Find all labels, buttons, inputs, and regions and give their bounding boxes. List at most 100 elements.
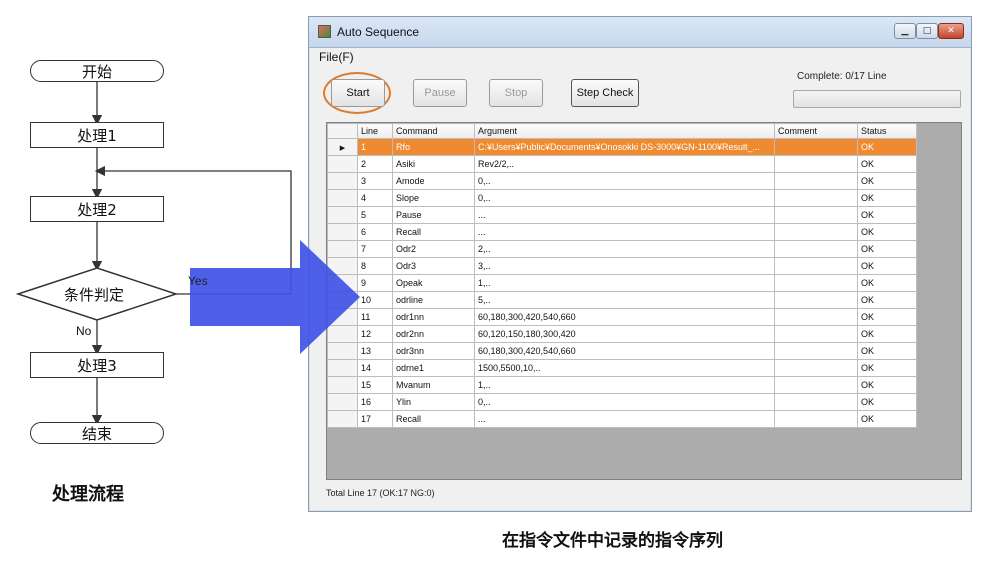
cell-status[interactable]: OK	[857, 240, 917, 258]
row-header[interactable]	[327, 189, 358, 207]
cell-command[interactable]: odr1nn	[392, 308, 475, 326]
cell-status[interactable]: OK	[857, 325, 917, 343]
table-row[interactable]: 4 Slope 0,.. OK	[327, 189, 917, 207]
table-row[interactable]: 11 odr1nn 60,180,300,420,540,660 OK	[327, 308, 917, 326]
title-bar[interactable]: Auto Sequence ▁ □ ✕	[309, 17, 971, 48]
row-header[interactable]	[327, 359, 358, 377]
cell-status[interactable]: OK	[857, 257, 917, 275]
cell-argument[interactable]: 1500,5500,10,..	[474, 359, 775, 377]
cell-status[interactable]: OK	[857, 155, 917, 173]
cell-argument[interactable]: 0,..	[474, 189, 775, 207]
cell-line[interactable]: 2	[357, 155, 393, 173]
cell-argument[interactable]: 3,..	[474, 257, 775, 275]
cell-command[interactable]: Ylin	[392, 393, 475, 411]
cell-command[interactable]: Pause	[392, 206, 475, 224]
cell-argument[interactable]: 60,180,300,420,540,660	[474, 308, 775, 326]
cell-status[interactable]: OK	[857, 291, 917, 309]
cell-status[interactable]: OK	[857, 393, 917, 411]
cell-argument[interactable]: 1,..	[474, 274, 775, 292]
table-row[interactable]: 14 odrne1 1500,5500,10,.. OK	[327, 359, 917, 377]
cell-argument[interactable]: 60,120,150,180,300,420	[474, 325, 775, 343]
cell-comment[interactable]	[774, 291, 858, 309]
row-header[interactable]	[327, 223, 358, 241]
cell-status[interactable]: OK	[857, 189, 917, 207]
cell-comment[interactable]	[774, 223, 858, 241]
cell-line[interactable]: 11	[357, 308, 393, 326]
cell-argument[interactable]: ...	[474, 410, 775, 428]
cell-command[interactable]: Slope	[392, 189, 475, 207]
table-row[interactable]: 2 Asiki Rev2/2,.. OK	[327, 155, 917, 173]
cell-line[interactable]: 17	[357, 410, 393, 428]
cell-argument[interactable]: 2,..	[474, 240, 775, 258]
row-header[interactable]	[327, 393, 358, 411]
menu-file[interactable]: File(F)	[319, 50, 354, 64]
cell-status[interactable]: OK	[857, 172, 917, 190]
cell-argument[interactable]: C:¥Users¥Public¥Documents¥Onosokki DS-30…	[474, 138, 775, 156]
cell-command[interactable]: odrne1	[392, 359, 475, 377]
cell-line[interactable]: 9	[357, 274, 393, 292]
table-row[interactable]: 5 Pause... OK	[327, 206, 917, 224]
cell-command[interactable]: odr2nn	[392, 325, 475, 343]
cell-command[interactable]: Recall	[392, 410, 475, 428]
grid-column-header[interactable]: Line	[357, 123, 393, 139]
table-row[interactable]: 8 Odr3 3,.. OK	[327, 257, 917, 275]
table-row[interactable]: 9 Opeak 1,.. OK	[327, 274, 917, 292]
cell-comment[interactable]	[774, 240, 858, 258]
table-row[interactable]: 15 Mvanum 1,.. OK	[327, 376, 917, 394]
cell-command[interactable]: odr3nn	[392, 342, 475, 360]
cell-command[interactable]: Odr3	[392, 257, 475, 275]
table-row[interactable]: 3 Amode 0,.. OK	[327, 172, 917, 190]
cell-argument[interactable]: ...	[474, 206, 775, 224]
cell-command[interactable]: Amode	[392, 172, 475, 190]
grid-column-header[interactable]: Command	[392, 123, 475, 139]
row-header[interactable]	[327, 376, 358, 394]
pause-button[interactable]: Pause	[413, 79, 467, 107]
minimize-button[interactable]: ▁	[894, 23, 916, 39]
cell-line[interactable]: 16	[357, 393, 393, 411]
table-row[interactable]: 12 odr2nn 60,120,150,180,300,420 OK	[327, 325, 917, 343]
cell-comment[interactable]	[774, 308, 858, 326]
grid-corner-header[interactable]	[327, 123, 358, 139]
table-row[interactable]: ▶ 1 Rfo C:¥Users¥Public¥Documents¥Onosokki …	[327, 138, 917, 156]
table-row[interactable]: 17 Recall... OK	[327, 410, 917, 428]
cell-argument[interactable]: 1,..	[474, 376, 775, 394]
cell-comment[interactable]	[774, 410, 858, 428]
cell-comment[interactable]	[774, 274, 858, 292]
cell-command[interactable]: Opeak	[392, 274, 475, 292]
cell-argument[interactable]: ...	[474, 223, 775, 241]
grid-column-header[interactable]: Status	[857, 123, 917, 139]
cell-comment[interactable]	[774, 359, 858, 377]
cell-line[interactable]: 6	[357, 223, 393, 241]
cell-line[interactable]: 4	[357, 189, 393, 207]
cell-status[interactable]: OK	[857, 342, 917, 360]
start-button[interactable]: Start	[331, 79, 385, 107]
cell-command[interactable]: odrline	[392, 291, 475, 309]
cell-argument[interactable]: 60,180,300,420,540,660	[474, 342, 775, 360]
table-row[interactable]: 16 Ylin 0,.. OK	[327, 393, 917, 411]
step-check-button[interactable]: Step Check	[571, 79, 639, 107]
cell-line[interactable]: 15	[357, 376, 393, 394]
cell-comment[interactable]	[774, 393, 858, 411]
row-header[interactable]	[327, 172, 358, 190]
cell-comment[interactable]	[774, 376, 858, 394]
cell-comment[interactable]	[774, 172, 858, 190]
cell-status[interactable]: OK	[857, 223, 917, 241]
cell-comment[interactable]	[774, 257, 858, 275]
cell-line[interactable]: 7	[357, 240, 393, 258]
cell-status[interactable]: OK	[857, 308, 917, 326]
cell-comment[interactable]	[774, 155, 858, 173]
cell-line[interactable]: 12	[357, 325, 393, 343]
table-row[interactable]: 10 odrline 5,.. OK	[327, 291, 917, 309]
cell-line[interactable]: 5	[357, 206, 393, 224]
cell-argument[interactable]: 0,..	[474, 172, 775, 190]
table-row[interactable]: 7 Odr2 2,.. OK	[327, 240, 917, 258]
row-header[interactable]	[327, 410, 358, 428]
cell-status[interactable]: OK	[857, 359, 917, 377]
row-header[interactable]	[327, 206, 358, 224]
cell-status[interactable]: OK	[857, 274, 917, 292]
cell-argument[interactable]: Rev2/2,..	[474, 155, 775, 173]
cell-line[interactable]: 3	[357, 172, 393, 190]
row-header[interactable]	[327, 155, 358, 173]
row-header[interactable]: ▶	[327, 138, 358, 156]
cell-status[interactable]: OK	[857, 376, 917, 394]
